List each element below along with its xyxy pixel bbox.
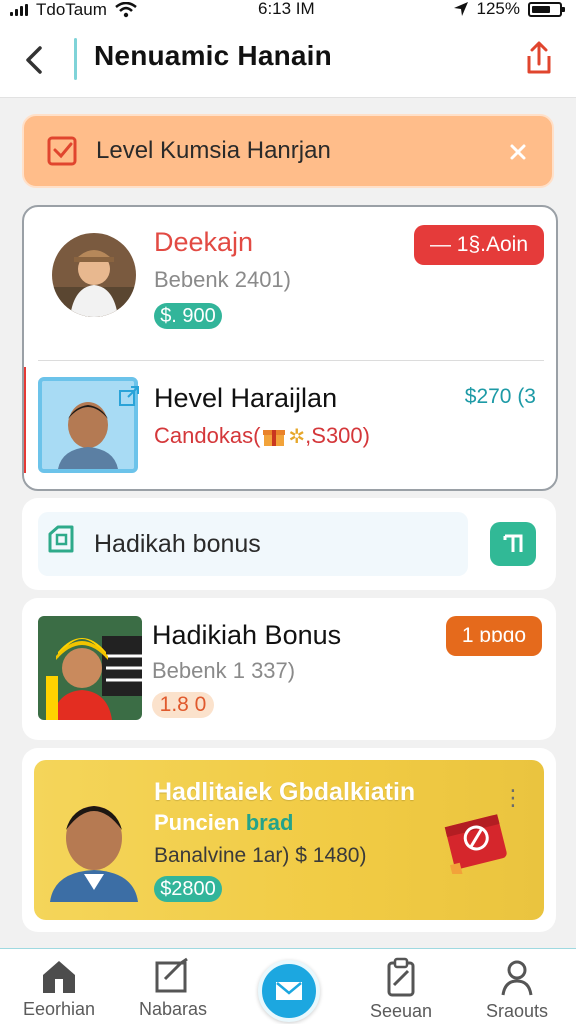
price-pill: $2800 (154, 876, 222, 902)
close-icon (510, 144, 526, 160)
nav-label: Eeorhian (22, 999, 96, 1019)
back-button[interactable] (16, 40, 52, 80)
avatar (52, 233, 136, 317)
nav-label: Nabaras (138, 999, 208, 1019)
item-title: Hadikiah Bonus (152, 620, 342, 650)
bonus-label: Hadikah bonus (94, 529, 261, 558)
bonus-action-button[interactable] (490, 522, 536, 566)
home-icon (43, 961, 75, 993)
row-divider (38, 360, 544, 361)
gift-box-icon (263, 430, 286, 446)
external-link-icon (119, 386, 139, 406)
status-bar: TdoTaum 6:13 IM 125% (0, 0, 576, 20)
sparkle-icon: ✲ (288, 425, 306, 448)
bonus-strip: Hadikah bonus (38, 512, 468, 576)
action-badge[interactable]: — 1§.Aoin (414, 225, 544, 265)
subtitle-text: ,S300) (305, 423, 370, 448)
wifi-icon (115, 2, 137, 18)
more-options-icon[interactable]: ⋮ (502, 787, 524, 809)
tag-icon (48, 525, 74, 553)
avatar (38, 616, 142, 720)
carrier-name: TdoTaum (36, 0, 107, 19)
checkbox-icon (47, 136, 77, 166)
app-header: Nenuamic Hanain (0, 20, 576, 98)
action-badge[interactable]: 1 ɒɒɑo (446, 616, 542, 656)
nav-item-profile[interactable]: Sraouts (462, 957, 572, 1023)
alert-banner: Level Kumsia Hanrjan (22, 114, 554, 188)
share-button[interactable] (520, 38, 558, 78)
offer-card: Hadikiah Bonus Bebenk 1 337) 1.8 0 1 ɒɒɑ… (22, 598, 556, 740)
item-title: Hevel Haraijlan (154, 383, 338, 413)
battery-percent: 125% (476, 0, 520, 18)
location-arrow-icon (453, 2, 468, 16)
page-title: Nenuamic Hanain (94, 40, 332, 71)
person-icon (501, 960, 533, 996)
subtitle-text: Candokas( (154, 423, 261, 448)
nav-item-edit[interactable]: Nabaras (118, 957, 228, 1023)
status-time: 6:13 IM (258, 0, 315, 18)
open-box-icon (503, 534, 523, 552)
item-title: Deekajn (154, 227, 254, 257)
bonus-card[interactable]: Hadikah bonus (22, 498, 556, 590)
edit-checkbox-icon (155, 957, 188, 993)
mail-icon (276, 982, 302, 1000)
promo-subtitle-a: Puncien (154, 810, 240, 835)
promo-subtitle-b: brad (245, 810, 294, 835)
header-divider (74, 38, 77, 80)
promo-card[interactable]: Hadlitaiek Gbdalkiatin Puncien brad Bana… (22, 748, 556, 932)
alert-close-button[interactable] (500, 134, 536, 170)
alert-text: Level Kumsia Hanrjan (96, 137, 331, 164)
promo-subtitle: Puncien brad (154, 810, 293, 836)
promo-banner: Hadlitaiek Gbdalkiatin Puncien brad Bana… (34, 760, 544, 920)
nav-label: Sraouts (485, 1001, 549, 1021)
chevron-left-icon (26, 46, 42, 74)
nav-item-home[interactable]: Eeorhian (4, 957, 114, 1023)
price-pill: $. 900 (154, 303, 222, 329)
kid-with-helmet-photo (38, 616, 142, 720)
promo-detail: Banalvine 1ar) $ 1480) (154, 844, 367, 867)
gift-box-icon (444, 814, 507, 874)
item-subtitle: Bebenk 2401) (154, 267, 291, 292)
clipboard-icon (387, 957, 415, 997)
nav-item-mail[interactable] (258, 960, 320, 1022)
offer-card: Deekajn Bebenk 2401) $. 900 — 1§.Aoin He… (22, 205, 558, 491)
man-with-hat-photo (52, 233, 136, 317)
item-subtitle: Bebenk 1 337) (152, 658, 296, 683)
item-price: $270 (3 (464, 385, 536, 408)
nav-label: Seeuan (369, 1001, 433, 1021)
boy-portrait-photo (50, 806, 138, 902)
item-subtitle: Candokas( ✲ ,S300) (154, 423, 370, 449)
promo-title: Hadlitaiek Gbdalkiatin (154, 778, 416, 806)
share-icon (527, 41, 551, 74)
nav-item-clipboard[interactable]: Seeuan (346, 957, 456, 1023)
price-pill: 1.8 0 (152, 692, 214, 718)
battery-icon (528, 1, 565, 17)
signal-icon (10, 4, 28, 16)
